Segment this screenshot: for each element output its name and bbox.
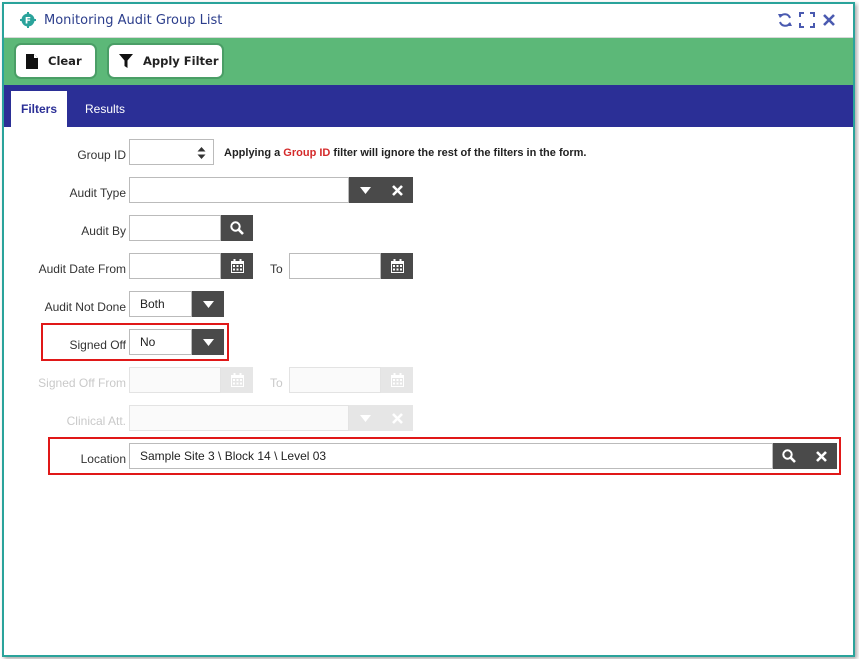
search-icon: [782, 449, 796, 463]
signed-off-to-input: [289, 367, 381, 393]
calendar-icon: [390, 373, 404, 387]
location-input[interactable]: Sample Site 3 \ Block 14 \ Level 03: [129, 443, 773, 469]
app-gear-icon: F: [20, 12, 36, 28]
maximize-icon[interactable]: [799, 12, 815, 28]
group-id-input[interactable]: [129, 139, 214, 165]
audit-by-label: Audit By: [81, 224, 126, 238]
location-search-button[interactable]: [773, 443, 805, 469]
location-value: Sample Site 3 \ Block 14 \ Level 03: [140, 449, 327, 463]
audit-not-done-dropdown-button[interactable]: [192, 291, 224, 317]
search-icon: [230, 221, 244, 235]
window-controls: [777, 12, 837, 28]
refresh-icon[interactable]: [777, 12, 793, 28]
hint-highlight: Group ID: [283, 147, 331, 159]
audit-by-search-button[interactable]: [221, 215, 253, 241]
signed-off-value: No: [140, 335, 156, 349]
title-bar: F Monitoring Audit Group List: [4, 4, 853, 38]
svg-text:F: F: [25, 17, 31, 27]
clear-x-icon: [391, 412, 403, 424]
clear-x-icon: [391, 184, 403, 196]
tab-filters[interactable]: Filters: [11, 91, 68, 127]
audit-type-select[interactable]: [129, 177, 349, 203]
signed-off-from-calendar-button: [221, 367, 253, 393]
audit-type-clear-button[interactable]: [381, 177, 413, 203]
location-label: Location: [80, 452, 126, 466]
chevron-down-icon: [359, 414, 371, 422]
calendar-icon: [230, 373, 244, 387]
toolbar: Clear Apply Filter: [4, 38, 853, 85]
audit-not-done-label: Audit Not Done: [44, 300, 126, 314]
chevron-down-icon: [202, 338, 214, 346]
chevron-down-icon: [359, 186, 371, 194]
filter-icon: [119, 54, 133, 68]
document-icon: [26, 53, 38, 69]
clear-label: Clear: [48, 54, 82, 68]
calendar-icon: [390, 259, 404, 273]
group-id-label: Group ID: [77, 148, 126, 162]
chevron-down-icon: [202, 300, 214, 308]
location-clear-button[interactable]: [805, 443, 837, 469]
close-icon[interactable]: [821, 12, 837, 28]
dialog-window: F Monitoring Audit Group List Clear Appl…: [2, 2, 855, 657]
audit-not-done-value: Both: [140, 297, 165, 311]
clinical-att-clear-button: [381, 405, 413, 431]
tab-bar: Filters Results: [4, 85, 853, 127]
audit-date-from-label: Audit Date From: [38, 262, 126, 276]
audit-date-from-input[interactable]: [129, 253, 221, 279]
apply-filter-button[interactable]: Apply Filter: [107, 43, 224, 79]
clear-x-icon: [815, 450, 827, 462]
signed-off-label: Signed Off: [69, 338, 126, 352]
apply-filter-label: Apply Filter: [143, 54, 219, 68]
signed-off-to-calendar-button: [381, 367, 413, 393]
audit-date-to-calendar-button[interactable]: [381, 253, 413, 279]
clinical-att-label: Clinical Att.: [66, 414, 126, 428]
tab-results[interactable]: Results: [75, 91, 135, 127]
clinical-att-select: [129, 405, 349, 431]
audit-date-to-input[interactable]: [289, 253, 381, 279]
spinner-icon[interactable]: [197, 145, 206, 164]
hint-suffix: filter will ignore the rest of the filte…: [333, 147, 587, 159]
signed-off-from-input: [129, 367, 221, 393]
signed-off-select[interactable]: No: [129, 329, 192, 355]
window-title: Monitoring Audit Group List: [44, 13, 223, 28]
hint-prefix: Applying a: [224, 147, 281, 159]
audit-date-to-label: To: [270, 262, 283, 276]
clear-button[interactable]: Clear: [14, 43, 97, 79]
audit-type-dropdown-button[interactable]: [349, 177, 381, 203]
audit-by-input[interactable]: [129, 215, 221, 241]
signed-off-to-label: To: [270, 376, 283, 390]
filter-form: Group ID Applying a Group ID filter will…: [4, 127, 853, 655]
group-id-hint: Applying a Group ID filter will ignore t…: [224, 147, 586, 159]
audit-type-label: Audit Type: [69, 186, 126, 200]
signed-off-dropdown-button[interactable]: [192, 329, 224, 355]
calendar-icon: [230, 259, 244, 273]
signed-off-from-label: Signed Off From: [38, 376, 126, 390]
clinical-att-dropdown-button: [349, 405, 381, 431]
audit-not-done-select[interactable]: Both: [129, 291, 192, 317]
audit-date-from-calendar-button[interactable]: [221, 253, 253, 279]
